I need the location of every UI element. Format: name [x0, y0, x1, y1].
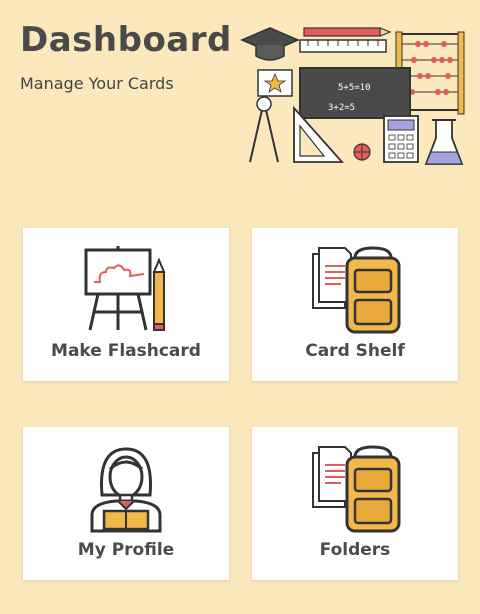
card-shelf-label: Card Shelf — [305, 341, 405, 361]
presentation-board-icon — [84, 246, 166, 331]
chalkboard-icon: 5+5=10 3+2=5 — [299, 67, 411, 119]
dashboard-header: Dashboard Manage Your Cards 5+5=10 3+2=5 — [0, 0, 480, 190]
my-profile-card[interactable]: My Profile — [23, 427, 229, 580]
ruler-icon — [299, 39, 387, 53]
make-flashcard-label: Make Flashcard — [51, 341, 201, 361]
card-shelf-card[interactable]: Card Shelf — [252, 228, 458, 381]
compass-icon — [249, 96, 279, 163]
folders-label: Folders — [319, 540, 391, 560]
graduation-cap-icon — [240, 27, 300, 61]
page-subtitle: Manage Your Cards — [20, 74, 174, 93]
calculator-icon — [383, 115, 419, 163]
make-flashcard-card[interactable]: Make Flashcard — [23, 228, 229, 381]
flask-icon — [424, 119, 464, 165]
student-avatar-icon — [90, 447, 162, 533]
star-frame-icon — [257, 69, 293, 97]
school-supplies-illustration: 5+5=10 3+2=5 — [240, 27, 465, 165]
backpack-papers-icon — [312, 246, 401, 334]
svg-text:3+2=5: 3+2=5 — [328, 103, 355, 113]
backpack-papers-icon — [312, 445, 401, 533]
my-profile-label: My Profile — [77, 540, 175, 560]
page-title: Dashboard — [20, 20, 232, 60]
folders-card[interactable]: Folders — [252, 427, 458, 580]
svg-text:5+5=10: 5+5=10 — [338, 83, 371, 93]
pencil-icon — [303, 27, 392, 37]
globe-icon — [353, 143, 371, 161]
